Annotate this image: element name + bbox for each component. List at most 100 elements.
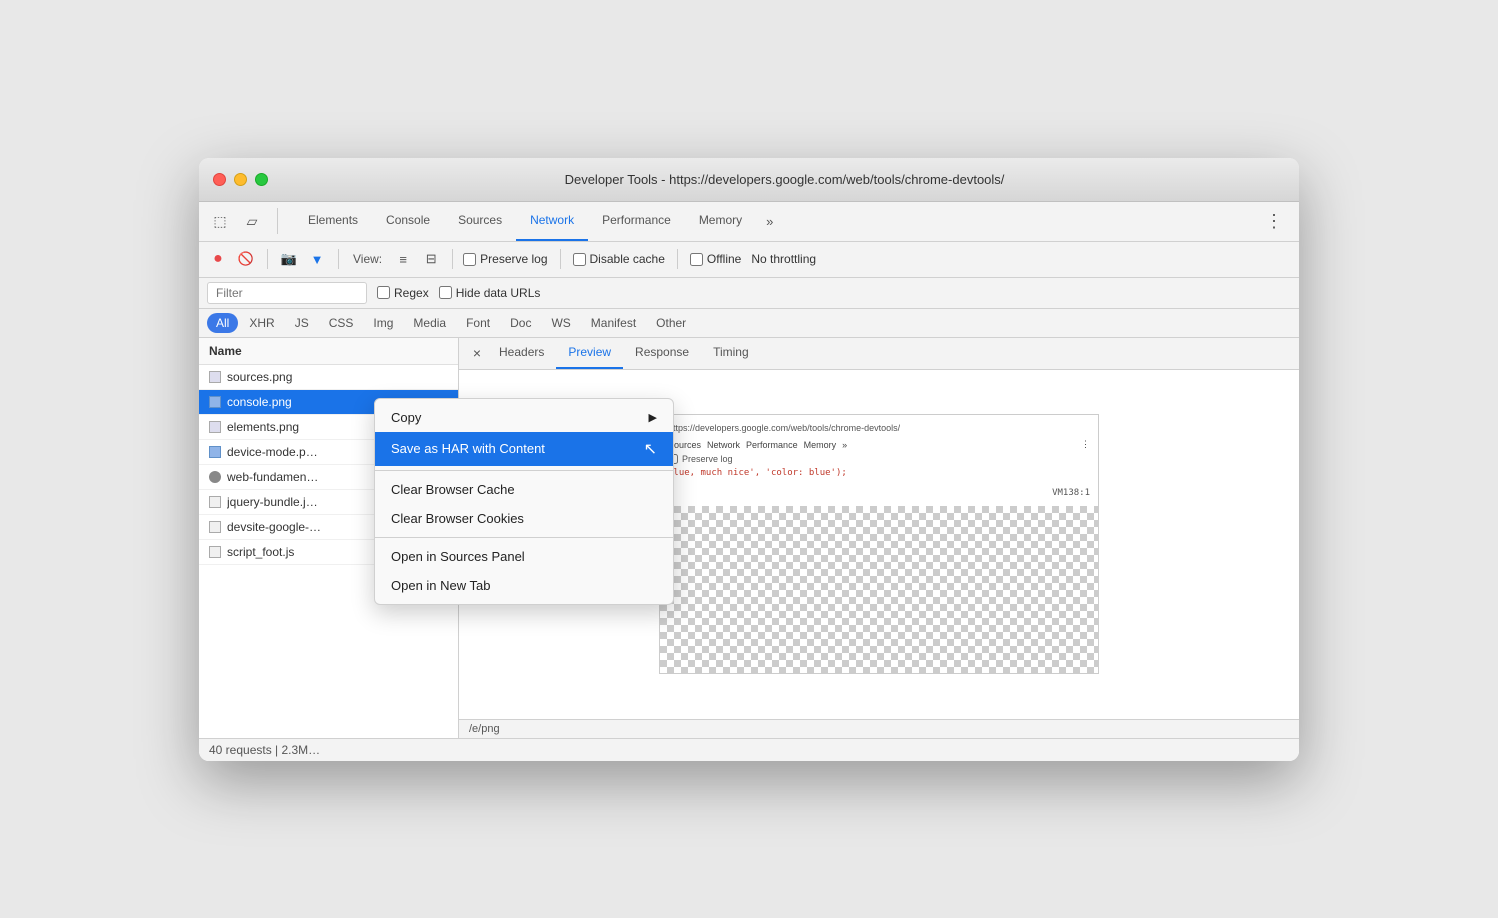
ctx-clear-cache-label: Clear Browser Cache <box>391 482 515 497</box>
camera-button[interactable]: 📷 <box>278 248 300 270</box>
type-filter-font[interactable]: Font <box>457 313 499 333</box>
ctx-copy-label: Copy <box>391 410 421 425</box>
preview-preserve-label: Preserve log <box>682 454 733 464</box>
toolbar-divider-1 <box>267 249 268 269</box>
minimize-button[interactable] <box>234 173 247 186</box>
sub-tab-headers[interactable]: Headers <box>487 337 556 369</box>
type-filter-doc[interactable]: Doc <box>501 313 540 333</box>
tab-memory[interactable]: Memory <box>685 201 756 241</box>
preview-inner-tabs: Sources Network Performance Memory » ⋮ <box>668 439 1090 450</box>
tab-performance[interactable]: Performance <box>588 201 685 241</box>
offline-label: Offline <box>707 252 741 266</box>
disable-cache-group[interactable]: Disable cache <box>573 252 665 266</box>
sub-tabs-bar: × Headers Preview Response Timing <box>459 338 1299 370</box>
hide-data-urls-check-group[interactable]: Hide data URLs <box>439 286 541 300</box>
ctx-divider-1 <box>375 470 673 471</box>
tab-network[interactable]: Network <box>516 201 588 241</box>
file-icon-image <box>209 371 221 383</box>
type-filter-img[interactable]: Img <box>364 313 402 333</box>
type-filters-bar: All XHR JS CSS Img Media Font Doc WS Man… <box>199 309 1299 338</box>
preserve-log-group[interactable]: Preserve log <box>463 252 547 266</box>
file-item-sources[interactable]: sources.png <box>199 365 458 390</box>
type-filter-all[interactable]: All <box>207 313 238 333</box>
disable-cache-checkbox[interactable] <box>573 253 586 266</box>
ctx-item-open-sources[interactable]: Open in Sources Panel <box>375 542 673 571</box>
preview-preserve-log: Preserve log <box>668 454 1090 464</box>
no-throttling-label: No throttling <box>751 252 816 266</box>
filter-bar: Regex Hide data URLs <box>199 278 1299 309</box>
type-filter-css[interactable]: CSS <box>320 313 363 333</box>
preview-inner-url-bar: https://developers.google.com/web/tools/… <box>668 423 1090 433</box>
inspect-icon[interactable]: ⬚ <box>207 208 233 234</box>
maximize-button[interactable] <box>255 173 268 186</box>
preview-more-icon: » <box>842 440 847 450</box>
traffic-lights <box>213 173 268 186</box>
ctx-item-save-har[interactable]: Save as HAR with Content ↖ <box>375 432 673 466</box>
type-filter-manifest[interactable]: Manifest <box>582 313 645 333</box>
regex-label: Regex <box>394 286 429 300</box>
regex-checkbox[interactable] <box>377 286 390 299</box>
close-panel-button[interactable]: × <box>467 343 487 363</box>
file-list-header: Name <box>199 338 458 365</box>
url-bottom-bar: /e/png <box>459 719 1299 738</box>
disable-cache-label: Disable cache <box>590 252 665 266</box>
filter-input[interactable] <box>207 282 367 304</box>
file-icon-image2 <box>209 421 221 433</box>
preview-inner-content: https://developers.google.com/web/tools/… <box>660 415 1098 506</box>
preview-tab-perf: Performance <box>746 440 798 450</box>
file-icon-doc1 <box>209 496 221 508</box>
type-filter-xhr[interactable]: XHR <box>240 313 283 333</box>
preserve-log-label: Preserve log <box>480 252 547 266</box>
ctx-item-clear-cache[interactable]: Clear Browser Cache <box>375 475 673 504</box>
type-filter-js[interactable]: JS <box>286 313 318 333</box>
sub-tab-preview[interactable]: Preview <box>556 337 623 369</box>
offline-group[interactable]: Offline <box>690 252 741 266</box>
more-tabs-button[interactable]: » <box>760 214 779 229</box>
window-title: Developer Tools - https://developers.goo… <box>565 172 1005 187</box>
preview-console-ref: e <box>668 478 1090 488</box>
preserve-log-checkbox[interactable] <box>463 253 476 266</box>
preview-tab-mem: Memory <box>804 440 837 450</box>
url-bottom-text: /e/png <box>469 723 500 735</box>
ctx-item-open-tab[interactable]: Open in New Tab <box>375 571 673 600</box>
list-view-icon[interactable]: ≡ <box>392 248 414 270</box>
preview-url: https://developers.google.com/web/tools/… <box>668 423 900 433</box>
ctx-item-copy[interactable]: Copy ▶ <box>375 403 673 432</box>
hide-data-urls-checkbox[interactable] <box>439 286 452 299</box>
type-filter-media[interactable]: Media <box>404 313 455 333</box>
devtools-body: ⬚ ▱ Elements Console Sources Network Per… <box>199 202 1299 761</box>
titlebar: Developer Tools - https://developers.goo… <box>199 158 1299 202</box>
device-icon[interactable]: ▱ <box>239 208 265 234</box>
type-filter-other[interactable]: Other <box>647 313 695 333</box>
clear-button[interactable]: 🚫 <box>235 248 257 270</box>
record-button[interactable]: ● <box>207 248 229 270</box>
hide-data-urls-label: Hide data URLs <box>456 286 541 300</box>
file-icon-doc2 <box>209 521 221 533</box>
regex-check-group[interactable]: Regex <box>377 286 429 300</box>
status-text: 40 requests | 2.3M… <box>209 743 320 757</box>
tab-elements[interactable]: Elements <box>294 201 372 241</box>
sub-tab-timing[interactable]: Timing <box>701 337 761 369</box>
preview-settings-icon: ⋮ <box>1081 439 1090 450</box>
type-filter-ws[interactable]: WS <box>542 313 579 333</box>
offline-checkbox[interactable] <box>690 253 703 266</box>
devtools-settings-icon[interactable]: ⋮ <box>1257 211 1291 232</box>
tab-icon-group: ⬚ ▱ <box>207 208 278 234</box>
file-icon-doc3 <box>209 546 221 558</box>
file-name-sources: sources.png <box>227 370 448 384</box>
ctx-item-clear-cookies[interactable]: Clear Browser Cookies <box>375 504 673 533</box>
tab-sources[interactable]: Sources <box>444 201 516 241</box>
tree-view-icon[interactable]: ⊟ <box>420 248 442 270</box>
network-toolbar: ● 🚫 📷 ▼ View: ≡ ⊟ Preserve log Disable c… <box>199 242 1299 278</box>
preview-tab-network: Network <box>707 440 740 450</box>
ctx-copy-arrow: ▶ <box>649 411 657 424</box>
toolbar-divider-3 <box>452 249 453 269</box>
toolbar-sep-1 <box>560 249 561 269</box>
close-button[interactable] <box>213 173 226 186</box>
tab-console[interactable]: Console <box>372 201 444 241</box>
sub-tab-response[interactable]: Response <box>623 337 701 369</box>
file-icon-image3 <box>209 446 221 458</box>
toolbar-sep-2 <box>677 249 678 269</box>
status-bar: 40 requests | 2.3M… <box>199 738 1299 761</box>
filter-button[interactable]: ▼ <box>306 248 328 270</box>
